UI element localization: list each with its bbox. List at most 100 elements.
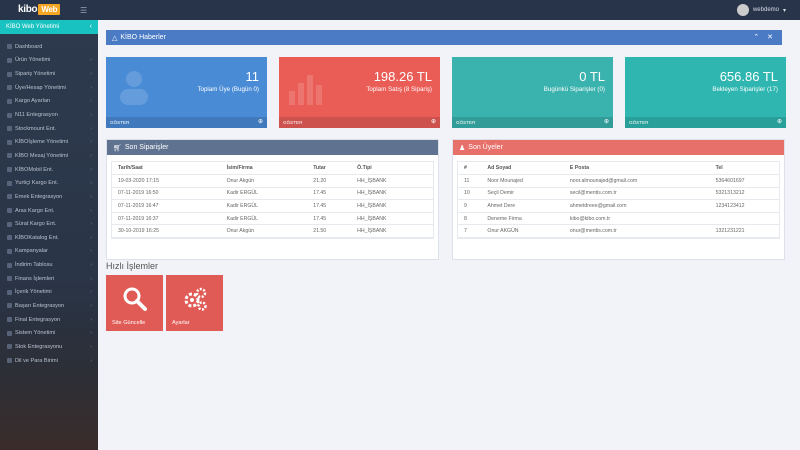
table-cell: 10	[458, 187, 482, 201]
chevron-right-icon: ›	[90, 125, 92, 132]
sidebar-item[interactable]: Kampanyalar ›	[0, 245, 98, 259]
stat-footer-link[interactable]: GÖSTER ⊕	[452, 117, 613, 128]
sidebar-item[interactable]: İçerik Yönetimi ›	[0, 286, 98, 300]
menu-item-icon	[7, 248, 12, 254]
users-icon	[120, 71, 148, 105]
stat-card-today-orders: 0 TL Bugünkü Siparişler (0) GÖSTER ⊕	[452, 57, 613, 128]
menu-item-icon	[7, 44, 12, 50]
sidebar-item[interactable]: İndirim Tablosu ›	[0, 258, 98, 272]
plus-circle-icon: ⊕	[776, 119, 782, 125]
chevron-right-icon: ›	[90, 248, 92, 255]
menu-item-icon	[7, 112, 12, 118]
table-cell: kibo@kibo.com.tr	[563, 212, 710, 226]
table-row[interactable]: 9 Ahmet Dere ahmetdreee@gmail.com 123412341…	[458, 199, 779, 213]
table-cell: Onur AKGÜN	[481, 224, 564, 239]
sidebar-item-label: Üye/Hesap Yönetimi	[15, 84, 66, 91]
table-cell: 07-11-2019 16:37	[112, 212, 221, 226]
stat-footer-link[interactable]: GÖSTER ⊕	[279, 117, 440, 128]
sidebar-item[interactable]: Başarı Entegrasyon ›	[0, 299, 98, 313]
stat-footer-link[interactable]: GÖSTER ⊕	[106, 117, 267, 128]
sidebar-item[interactable]: Sistem Yönetimi ›	[0, 326, 98, 340]
table-row[interactable]: 19-03-2020 17:15 Onur Akgün 21.20 HH_İŞBANK	[112, 174, 433, 188]
table-row[interactable]: 07-11-2019 16:50 Kadir ERGÜL 17.45 HH_İŞBAN…	[112, 187, 433, 201]
sidebar-item-label: İçerik Yönetimi	[15, 289, 52, 296]
table-cell: 17.45	[307, 199, 352, 213]
table-row[interactable]: 7 Onur AKGÜN onur@mentis.com.tr 1321231221	[458, 224, 779, 239]
table-cell: Kadir ERGÜL	[220, 187, 308, 201]
news-tools[interactable]: ⌃ ✕	[753, 33, 776, 41]
sidebar-item-label: Dil ve Para Birimi	[15, 357, 58, 364]
members-table: # Ad Soyad E Posta Tel 11 Noor Mounajed noor.a…	[458, 162, 779, 239]
table-cell: 7	[458, 224, 482, 239]
collapse-arrow-icon[interactable]: ‹	[90, 23, 92, 30]
menu-item-icon	[7, 262, 12, 268]
table-cell: Onur Akgün	[220, 174, 308, 188]
table-cell: 19-03-2020 17:15	[112, 174, 221, 188]
sidebar-item[interactable]: Stok Entegrasyonu ›	[0, 340, 98, 354]
sidebar-item[interactable]: KİBO Mesaj Yönetimi ›	[0, 149, 98, 163]
chevron-right-icon: ›	[90, 98, 92, 105]
table-row[interactable]: 07-11-2019 16:37 Kadir ERGÜL 17.45 HH_İŞBAN…	[112, 212, 433, 226]
table-cell: HH_İŞBANK	[351, 174, 433, 188]
menu-toggle-icon[interactable]: ☰	[80, 6, 87, 15]
settings-button[interactable]: Ayarlar	[166, 275, 223, 331]
recent-members-title: Son Üyeler	[468, 144, 503, 151]
table-cell: 07-11-2019 16:50	[112, 187, 221, 201]
sidebar-item[interactable]: Dil ve Para Birimi ›	[0, 354, 98, 368]
stat-footer-link[interactable]: GÖSTER ⊕	[625, 117, 786, 128]
sidebar-item-label: N11 Entegrasyon	[15, 112, 58, 119]
table-row[interactable]: 10 Seçil Demir secil@mentis.com.tr 53213132…	[458, 187, 779, 201]
menu-item-icon	[7, 194, 12, 200]
plus-circle-icon: ⊕	[603, 119, 609, 125]
sidebar-header[interactable]: KİBO Web Yönetimi ‹	[0, 20, 98, 34]
sidebar-item[interactable]: Sipariş Yönetimi ›	[0, 67, 98, 81]
recent-members-panel: ♟ Son Üyeler # Ad Soyad E Posta Tel 11 Noor Mo…	[452, 139, 785, 260]
sidebar-item[interactable]: Yurtiçi Kargo Ent. ›	[0, 176, 98, 190]
recent-members-header: ♟ Son Üyeler	[453, 140, 784, 155]
table-row[interactable]: 07-11-2019 16:47 Kadir ERGÜL 17.45 HH_İŞBAN…	[112, 199, 433, 213]
plus-circle-icon: ⊕	[430, 119, 436, 125]
chevron-right-icon: ›	[90, 57, 92, 64]
table-cell: Kadir ERGÜL	[220, 212, 308, 226]
site-update-label: Site Güncelle	[112, 320, 146, 326]
sidebar-item-label: Aras Kargo Ent.	[15, 207, 55, 214]
table-row[interactable]: 8 Deneme Firma kibo@kibo.com.tr	[458, 212, 779, 226]
table-row[interactable]: 11 Noor Mounajed noor.almounajed@gmail.com…	[458, 174, 779, 188]
column-header: Ö.Tipi	[351, 162, 433, 176]
table-cell: 11	[458, 174, 482, 188]
table-cell: 9	[458, 199, 482, 213]
sidebar-item[interactable]: KİBOİşleme Yönetimi ›	[0, 135, 98, 149]
menu-item-icon	[7, 153, 12, 159]
logo[interactable]: kibo Web	[18, 4, 61, 15]
stat-label: Bekleyen Siparişler (17)	[712, 86, 778, 93]
sidebar-item-label: Başarı Entegrasyon	[15, 302, 65, 309]
site-update-button[interactable]: Site Güncelle	[106, 275, 163, 331]
table-row[interactable]: 30-10-2019 16:25 Onur Akgün 21.50 HH_İŞBANK	[112, 224, 433, 239]
sidebar-item[interactable]: Dashboard	[0, 40, 98, 54]
menu-item-icon	[7, 276, 12, 282]
sidebar-item-label: Kampanyalar	[15, 248, 48, 255]
sidebar-item[interactable]: Stockmount Ent. ›	[0, 122, 98, 136]
top-bar: kibo Web ☰ webdemo ▾	[0, 0, 800, 20]
sidebar-item[interactable]: Emek Entegrasyon ›	[0, 190, 98, 204]
sidebar-item[interactable]: KİBOMobil Ent. ›	[0, 163, 98, 177]
sidebar-item[interactable]: Ürün Yönetimi ›	[0, 54, 98, 68]
sidebar-menu: Dashboard Ürün Yönetimi › Sipariş Yönetimi ›…	[0, 40, 98, 367]
sidebar-item-label: Kargo Ayarları	[15, 98, 51, 105]
table-cell: 21.20	[307, 174, 352, 188]
table-cell: 21.50	[307, 224, 352, 239]
table-cell: 1321231221	[709, 224, 779, 239]
sidebar-item[interactable]: KİBOKatalog Ent. ›	[0, 231, 98, 245]
sidebar-item[interactable]: Kargo Ayarları ›	[0, 95, 98, 109]
user-menu[interactable]: webdemo ▾	[736, 4, 786, 16]
sidebar-item[interactable]: Aras Kargo Ent. ›	[0, 204, 98, 218]
sidebar-item[interactable]: Final Entegrasyon ›	[0, 313, 98, 327]
sidebar-item[interactable]: Üye/Hesap Yönetimi ›	[0, 81, 98, 95]
sidebar-item[interactable]: N11 Entegrasyon ›	[0, 108, 98, 122]
sidebar-item[interactable]: Sürat Kargo Ent. ›	[0, 217, 98, 231]
sidebar-header-label: KİBO Web Yönetimi	[6, 24, 60, 30]
sidebar-item[interactable]: Finans İşlemleri ›	[0, 272, 98, 286]
table-cell: 1234123412	[709, 199, 779, 213]
quick-actions-title: Hızlı İşlemler	[106, 261, 159, 271]
menu-item-icon	[7, 289, 12, 295]
